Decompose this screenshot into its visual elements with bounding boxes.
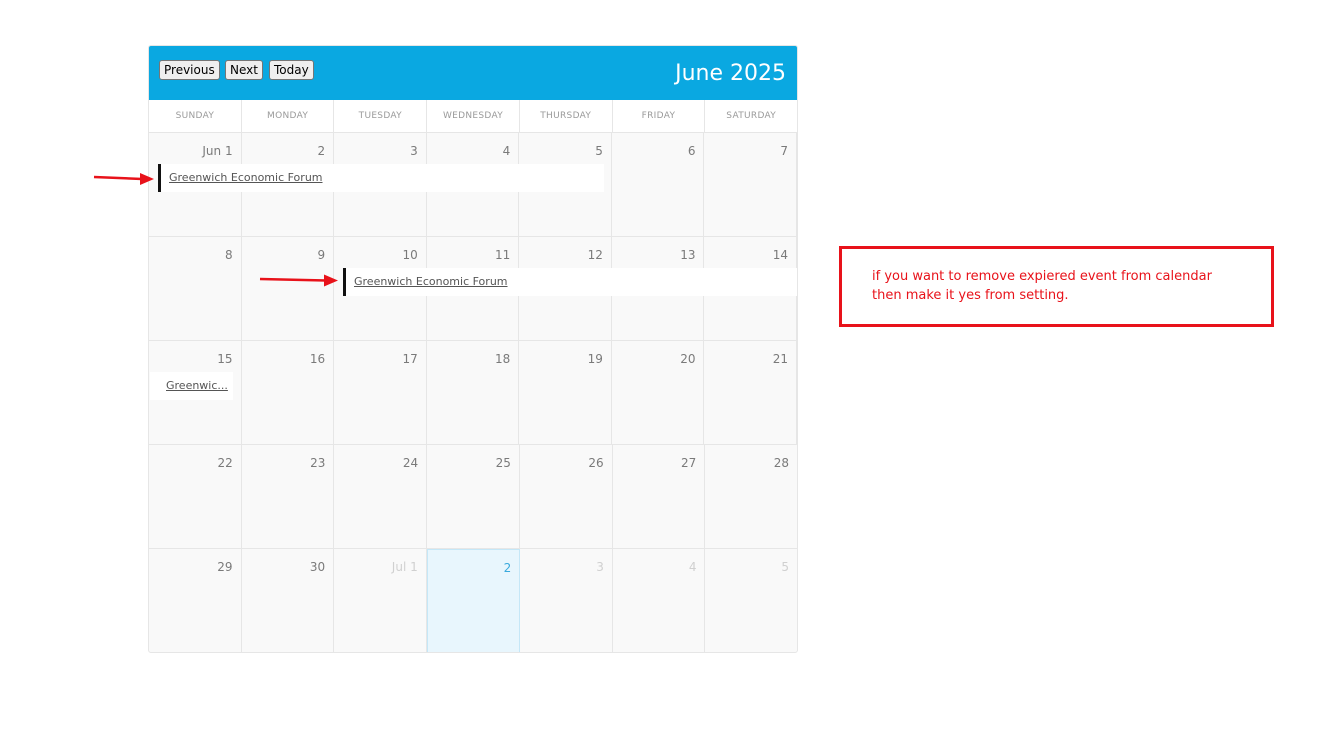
day-number: 23 bbox=[310, 456, 326, 470]
calendar: Previous Next Today June 2025 SUNDAY MON… bbox=[148, 45, 798, 653]
calendar-title: June 2025 bbox=[675, 61, 786, 86]
day-cell[interactable]: 25 bbox=[427, 445, 520, 548]
day-number: 19 bbox=[587, 352, 603, 366]
weekday-thursday: THURSDAY bbox=[520, 100, 613, 132]
previous-button[interactable]: Previous bbox=[159, 60, 220, 80]
day-number: 6 bbox=[687, 144, 696, 158]
day-number: 22 bbox=[217, 456, 233, 470]
day-number: 25 bbox=[495, 456, 511, 470]
annotation-note-text: if you want to remove expiered event fro… bbox=[872, 269, 1212, 303]
event-link[interactable]: Greenwich Economic Forum bbox=[354, 275, 508, 288]
day-number: 24 bbox=[402, 456, 419, 470]
day-number: 10 bbox=[402, 248, 418, 262]
day-cell[interactable]: 24 bbox=[334, 445, 428, 548]
month-grid: Jun 1 2 3 4 5 6 7 Greenwich Economic For… bbox=[149, 133, 797, 652]
day-number: 21 bbox=[772, 352, 789, 366]
day-number: 17 bbox=[402, 352, 418, 366]
day-cell[interactable]: 19 bbox=[519, 341, 612, 444]
event-greenwich-economic-forum[interactable]: Greenwich Economic Forum bbox=[343, 268, 797, 296]
day-cell[interactable]: 26 bbox=[520, 445, 613, 548]
day-cell[interactable]: 28 bbox=[705, 445, 797, 548]
day-cell[interactable]: 16 bbox=[242, 341, 335, 444]
day-number: 5 bbox=[595, 144, 603, 158]
weekday-friday: FRIDAY bbox=[613, 100, 706, 132]
day-number: 8 bbox=[224, 248, 233, 262]
day-number: 29 bbox=[217, 560, 233, 574]
day-cell[interactable]: 30 bbox=[242, 549, 335, 652]
weekday-saturday: SATURDAY bbox=[726, 111, 777, 121]
day-cell[interactable]: 7 bbox=[704, 133, 797, 236]
weekday-wednesday: WEDNESDAY bbox=[427, 100, 520, 132]
day-cell[interactable]: 17 bbox=[334, 341, 427, 444]
day-cell[interactable]: 6 bbox=[612, 133, 705, 236]
annotation-note: if you want to remove expiered event fro… bbox=[839, 246, 1274, 327]
day-cell[interactable]: 23 bbox=[242, 445, 335, 548]
day-number: 15 bbox=[217, 352, 233, 366]
day-number: 30 bbox=[309, 560, 326, 574]
weekday-sunday: SUNDAY bbox=[149, 100, 242, 132]
day-number: 9 bbox=[317, 248, 326, 262]
day-cell[interactable]: 29 bbox=[149, 549, 242, 652]
day-number: 2 bbox=[503, 561, 512, 575]
day-number: 3 bbox=[596, 560, 604, 574]
week-row: 22 23 24 25 26 27 28 bbox=[149, 445, 797, 549]
today-button[interactable]: Today bbox=[269, 60, 314, 80]
arrow-annotation-icon bbox=[259, 274, 338, 287]
day-number: 13 bbox=[680, 248, 696, 262]
day-number: 12 bbox=[587, 248, 603, 262]
day-cell[interactable]: 8 bbox=[149, 237, 242, 340]
day-number: Jun 1 bbox=[202, 144, 233, 158]
calendar-header: Previous Next Today June 2025 bbox=[149, 46, 797, 100]
day-number: 27 bbox=[681, 456, 697, 470]
event-greenwich-economic-forum[interactable]: Greenwich Economic Forum bbox=[158, 164, 604, 192]
day-number: 11 bbox=[495, 248, 511, 262]
day-number: 16 bbox=[309, 352, 326, 366]
day-number: 28 bbox=[773, 456, 790, 470]
weekday-tuesday: TUESDAY bbox=[334, 100, 428, 132]
day-number: 26 bbox=[588, 456, 604, 470]
event-link[interactable]: Greenwic... bbox=[166, 379, 228, 392]
week-row: 15 16 17 18 19 20 21 Greenwic... bbox=[149, 341, 797, 445]
day-number: 4 bbox=[688, 560, 697, 574]
day-cell-other-month[interactable]: Jul 1 bbox=[334, 549, 427, 652]
day-cell[interactable]: 9 bbox=[242, 237, 335, 340]
day-number: 3 bbox=[410, 144, 418, 158]
week-row: 8 9 10 11 12 13 14 Greenwich Economic Fo… bbox=[149, 237, 797, 341]
day-number: 14 bbox=[772, 248, 789, 262]
day-cell-other-month[interactable]: 5 bbox=[705, 549, 797, 652]
day-number: 20 bbox=[680, 352, 696, 366]
next-button[interactable]: Next bbox=[225, 60, 263, 80]
day-cell-other-month[interactable]: 3 bbox=[520, 549, 613, 652]
day-cell-today[interactable]: 2 bbox=[426, 549, 521, 652]
day-number: 2 bbox=[317, 144, 326, 158]
event-link[interactable]: Greenwich Economic Forum bbox=[169, 171, 323, 184]
event-greenwich-truncated[interactable]: Greenwic... bbox=[150, 372, 233, 400]
week-row: Jun 1 2 3 4 5 6 7 Greenwich Economic For… bbox=[149, 133, 797, 237]
arrow-annotation-icon bbox=[93, 173, 154, 185]
day-cell[interactable]: 22 bbox=[149, 445, 242, 548]
day-number: 18 bbox=[495, 352, 511, 366]
day-cell[interactable]: 21 bbox=[704, 341, 797, 444]
day-number: 4 bbox=[502, 144, 511, 158]
day-number: 7 bbox=[780, 144, 789, 158]
day-cell[interactable]: 18 bbox=[427, 341, 520, 444]
weekday-header-row: SUNDAY MONDAY TUESDAY WEDNESDAY THURSDAY… bbox=[149, 100, 797, 133]
day-cell[interactable]: 27 bbox=[613, 445, 706, 548]
day-cell[interactable]: 20 bbox=[612, 341, 705, 444]
day-number: Jul 1 bbox=[391, 560, 418, 574]
weekday-monday: MONDAY bbox=[242, 100, 335, 132]
week-row: 29 30 Jul 1 2 3 4 5 bbox=[149, 549, 797, 652]
day-number: 5 bbox=[781, 560, 790, 574]
day-cell-other-month[interactable]: 4 bbox=[613, 549, 706, 652]
